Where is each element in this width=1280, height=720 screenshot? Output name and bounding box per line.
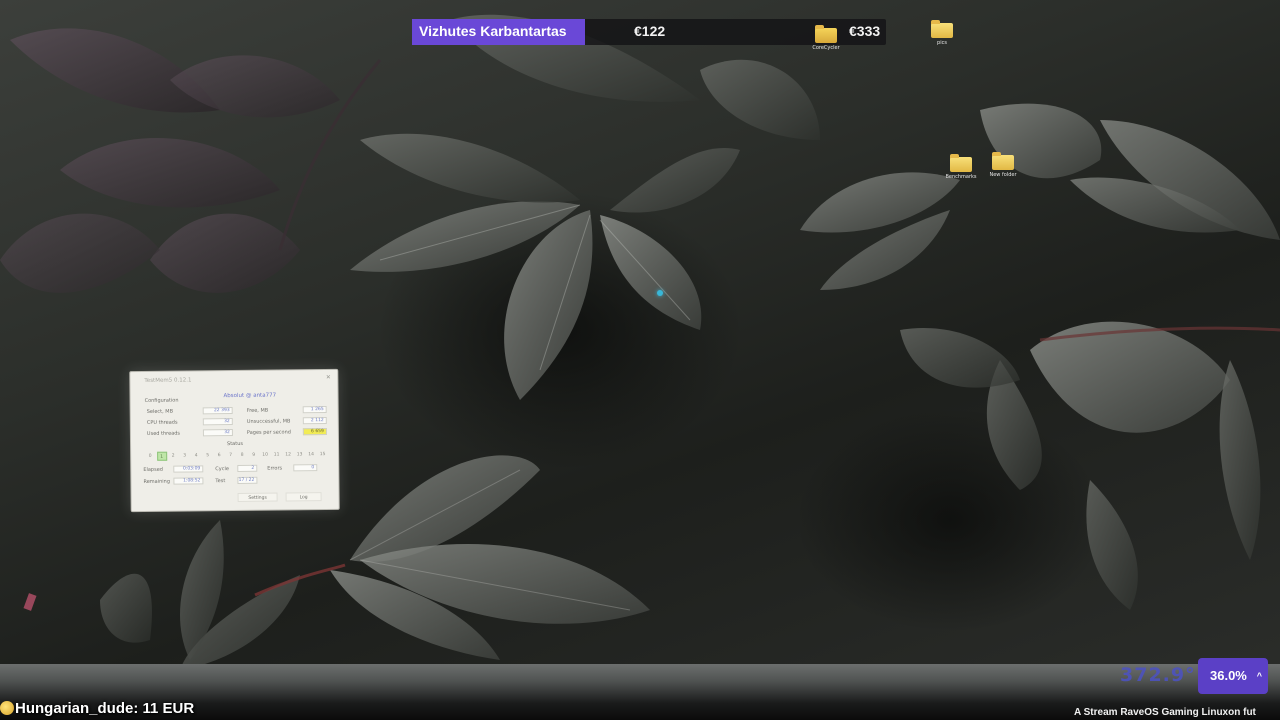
desktop-icon-corecycler[interactable]: CoreCycler	[806, 25, 846, 51]
stat-value: 2	[237, 464, 258, 472]
mouse-cursor-icon	[657, 290, 663, 296]
status-cell: 1	[156, 451, 167, 461]
field-label: Used threads	[146, 430, 181, 437]
field-value-highlighted: 6 659	[302, 428, 327, 436]
status-cell: 12	[285, 452, 292, 458]
status-cell: 15	[319, 452, 326, 458]
settings-button[interactable]: Settings	[237, 492, 278, 502]
status-cell: 14	[308, 452, 315, 458]
field-value: 2 112	[302, 417, 327, 425]
stat-label: Errors	[267, 465, 283, 472]
field-label: Unsuccessful, MB	[246, 418, 291, 425]
desktop-icon-label: pics	[937, 40, 947, 46]
coin-icon	[0, 701, 14, 715]
field-label: CPU threads	[146, 419, 178, 426]
folder-icon	[992, 152, 1014, 170]
desktop-icon-label: Benchmarks	[945, 174, 977, 180]
stat-label: Elapsed	[143, 466, 163, 473]
hud-percent-badge: 36.0% ^	[1198, 658, 1268, 694]
ticker-text: A Stream RaveOS Gaming Linuxon fut	[1074, 707, 1256, 718]
field-label: Pages per second	[246, 429, 291, 436]
memory-test-window[interactable]: TestMem5 0.12.1 ✕ Configuration Absolut …	[129, 368, 340, 513]
desktop-icon-new-folder[interactable]: New folder	[983, 152, 1023, 178]
status-label: Status	[227, 440, 244, 448]
field-label: Select, MB	[146, 408, 174, 415]
config-profile-link[interactable]: Absolut @ anta777	[224, 393, 277, 400]
goal-current-amount: €122	[634, 23, 666, 39]
status-cell: 8	[240, 452, 244, 458]
field-value: 32	[202, 418, 233, 426]
log-button[interactable]: Log	[285, 492, 322, 502]
stat-label: Cycle	[215, 466, 230, 473]
status-cell: 3	[183, 453, 187, 459]
hud-percent-value: 36.0%	[1210, 668, 1247, 683]
status-cell: 5	[206, 453, 210, 459]
field-value: 32	[202, 429, 233, 437]
status-cell: 6	[217, 453, 221, 459]
leaf-pattern	[0, 14, 1280, 670]
stat-value: 0	[293, 464, 318, 472]
status-cell: 7	[229, 453, 233, 459]
chevron-up-icon: ^	[1256, 671, 1262, 681]
stat-value: 17 / 22	[237, 476, 258, 484]
test-status-cells: 0 1 2 3 4 5 6 7 8 9 10 11 12 13 14 15	[145, 450, 329, 461]
stat-value: 0:03:09	[173, 465, 204, 473]
field-value: 1 265	[302, 406, 327, 414]
field-label: Free, MB	[246, 407, 269, 414]
stat-value: 1:08:52	[173, 477, 204, 485]
configuration-label: Configuration	[144, 397, 179, 404]
donation-alert: Hungarian_dude: 11 EUR	[0, 698, 194, 720]
desktop-icon-label: New folder	[989, 172, 1017, 178]
status-cell: 10	[262, 452, 269, 458]
status-cell: 2	[171, 453, 175, 459]
status-cell: 9	[252, 452, 256, 458]
folder-icon	[815, 25, 837, 43]
goal-title: Vizhutes Karbantartas	[419, 23, 567, 39]
status-cell: 11	[273, 452, 280, 458]
window-title: TestMem5 0.12.1	[144, 377, 192, 384]
status-cell: 13	[296, 452, 303, 458]
desktop-icon-pics[interactable]: pics	[922, 20, 962, 46]
desktop-wallpaper	[0, 0, 1280, 720]
stat-label: Remaining	[143, 478, 171, 485]
desktop-icon-benchmarks[interactable]: Benchmarks	[941, 154, 981, 180]
stat-label: Test	[215, 478, 226, 485]
stream-ticker: A Stream RaveOS Gaming Linuxon fut	[1074, 706, 1280, 720]
hud-readout: 372.9°	[1120, 664, 1196, 686]
status-cell: 4	[194, 453, 198, 459]
folder-icon	[950, 154, 972, 172]
donation-text: Hungarian_dude: 11 EUR	[15, 700, 195, 717]
close-icon[interactable]: ✕	[324, 374, 332, 382]
folder-icon	[931, 20, 953, 38]
field-value: 22 393	[202, 407, 233, 415]
status-cell: 0	[148, 453, 152, 459]
goal-target-amount: €333	[849, 23, 881, 39]
desktop-icon-label: CoreCycler	[812, 45, 840, 51]
